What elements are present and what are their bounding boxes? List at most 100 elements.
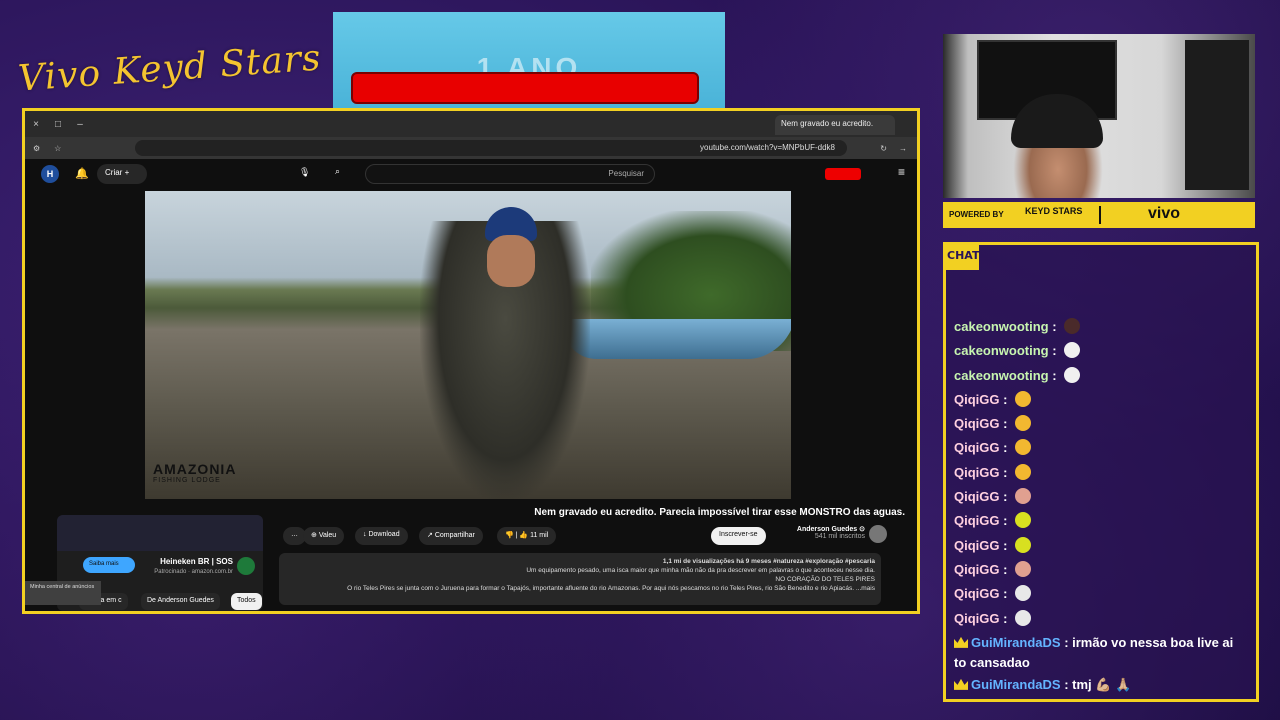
youtube-header: H 🔔 Criar + 🎙 ⌕ Pesquisar ≡	[25, 159, 917, 189]
vivo-logo: vivo	[1148, 205, 1181, 222]
chat-separator: :	[999, 440, 1012, 456]
chat-separator: :	[1048, 319, 1061, 334]
chat-emote-icon	[1064, 342, 1081, 359]
like-dislike-button[interactable]: 👎 | 👍 11 mil	[497, 527, 557, 545]
channel-info[interactable]: Anderson Guedes ⊙ 541 mil inscritos	[777, 525, 887, 543]
chat-message: QiqiGG :	[954, 558, 1248, 582]
chat-messages: cakeonwooting : cakeonwooting : cakeonwo…	[954, 315, 1248, 695]
description-line-3: O rio Teles Pires se junta com o Juruena…	[347, 585, 875, 592]
video-description[interactable]: 1,1 mi de visualizações há 9 meses #natu…	[279, 553, 881, 605]
channel-avatar[interactable]	[869, 525, 887, 543]
close-window-icon[interactable]: ×	[25, 119, 47, 130]
address-bar: ⚙ ☆ youtube.com/watch?v=MNPbUF-ddk8 ↻ →	[25, 137, 917, 159]
chat-username[interactable]: QiqiGG	[954, 562, 1000, 577]
promo-banner: 1 ANO	[333, 12, 725, 108]
chat-username[interactable]: GuiMirandaDS	[971, 677, 1061, 692]
url-text: youtube.com/watch?v=MNPbUF-ddk8	[700, 143, 835, 152]
like-count: 11 mil	[530, 532, 549, 539]
chat-message: QiqiGG :	[954, 509, 1248, 533]
learn-more-button[interactable]: Saiba mais	[83, 557, 135, 573]
chat-separator: :	[1048, 343, 1061, 359]
chat-message: cakeonwooting :	[954, 315, 1248, 339]
chat-username[interactable]: QiqiGG	[954, 538, 1000, 553]
chat-username[interactable]: QiqiGG	[954, 586, 1000, 601]
ad-sponsored: Patrocinado · amazon.com.br	[154, 569, 233, 575]
chat-message: QiqiGG :	[954, 436, 1248, 460]
chip-from-channel[interactable]: De Anderson Guedes	[141, 593, 220, 610]
back-icon[interactable]: →	[899, 144, 907, 153]
extensions-icon[interactable]: ⚙	[33, 144, 40, 153]
share-label: Compartilhar	[434, 532, 475, 539]
chat-emote-icon	[1015, 415, 1032, 432]
subscribe-button[interactable]: Inscrever-se	[711, 527, 766, 545]
download-label: Download	[368, 531, 400, 538]
watermark-title: AMAZONIA	[153, 461, 237, 477]
heineken-logo-icon	[237, 557, 255, 575]
video-boat	[557, 319, 791, 359]
chat-tag: CHAT	[943, 242, 979, 270]
chat-username[interactable]: QiqiGG	[954, 465, 1000, 480]
chat-username[interactable]: QiqiGG	[954, 416, 1000, 431]
chat-emote-icon	[1015, 488, 1032, 505]
reload-icon[interactable]: ↻	[880, 144, 887, 153]
search-icon[interactable]: ⌕	[335, 166, 340, 177]
chat-emote-icon	[1015, 512, 1032, 529]
chat-message: QiqiGG :	[954, 582, 1248, 606]
minimize-window-icon[interactable]: –	[69, 119, 91, 130]
sponsor-bar: POWERED BY KEYD STARS vivo	[943, 202, 1255, 228]
chat-separator: :	[999, 391, 1012, 407]
chat-message: QiqiGG :	[954, 607, 1248, 631]
chat-emote-icon	[1015, 560, 1032, 577]
description-stats: 1,1 mi de visualizações há 9 meses #natu…	[662, 558, 875, 565]
chat-username[interactable]: GuiMirandaDS	[971, 635, 1061, 650]
share-button[interactable]: ↗ Compartilhar	[419, 527, 483, 545]
chat-message: GuiMirandaDS : irmão vo nessa boa live a…	[954, 633, 1248, 673]
chat-separator: :	[999, 561, 1012, 577]
video-player[interactable]: AMAZONIA FISHING LODGE	[145, 191, 791, 499]
url-field[interactable]: youtube.com/watch?v=MNPbUF-ddk8	[135, 140, 847, 156]
chat-username[interactable]: cakeonwooting	[954, 319, 1049, 334]
chat-username[interactable]: cakeonwooting	[954, 368, 1049, 383]
chat-emote-icon	[1015, 609, 1032, 626]
browser-window: × □ – Nem gravado eu acredito. ⚙ ☆ youtu…	[22, 108, 920, 614]
chat-message: cakeonwooting :	[954, 339, 1248, 363]
avatar[interactable]: H	[41, 165, 59, 183]
chat-emote-icon	[1015, 390, 1032, 407]
chat-emote-icon	[1015, 463, 1032, 480]
chat-username[interactable]: QiqiGG	[954, 392, 1000, 407]
video-title: Nem gravado eu acredito. Parecia impossí…	[534, 507, 905, 518]
microphone-icon[interactable]: 🎙	[299, 167, 310, 178]
chat-message: GuiMirandaDS : tmj 💪🏼 🙏🏼	[954, 675, 1248, 695]
chip-all[interactable]: Todos	[231, 593, 262, 610]
tab-bar: × □ – Nem gravado eu acredito.	[25, 111, 917, 137]
promo-red-bar	[351, 72, 699, 104]
notifications-bell-icon[interactable]: 🔔	[75, 167, 89, 180]
chat-username[interactable]: QiqiGG	[954, 513, 1000, 528]
sponsor-divider	[1099, 206, 1101, 224]
ad-title: Heineken BR | SOS	[160, 557, 233, 566]
chat-username[interactable]: QiqiGG	[954, 611, 1000, 626]
chat-username[interactable]: QiqiGG	[954, 489, 1000, 504]
bookmark-star-icon[interactable]: ☆	[54, 144, 61, 153]
webcam-flag	[1185, 40, 1249, 190]
thanks-label: Valeu	[318, 532, 337, 539]
chat-username[interactable]: QiqiGG	[954, 440, 1000, 455]
search-input[interactable]: Pesquisar	[365, 164, 655, 184]
chat-text: : tmj 💪🏼 🙏🏼	[1060, 676, 1132, 692]
chat-separator: :	[999, 586, 1012, 602]
download-button[interactable]: ↓ Download	[355, 527, 408, 545]
maximize-window-icon[interactable]: □	[47, 119, 69, 130]
browser-tab[interactable]: Nem gravado eu acredito.	[775, 115, 895, 135]
chat-username[interactable]: cakeonwooting	[954, 343, 1049, 358]
chat-separator: :	[999, 416, 1012, 432]
menu-icon[interactable]: ≡	[898, 165, 905, 179]
chat-message: QiqiGG :	[954, 388, 1248, 412]
create-button[interactable]: Criar +	[97, 164, 147, 184]
thanks-button[interactable]: ⊕ Valeu	[303, 527, 345, 545]
video-watermark: AMAZONIA FISHING LODGE	[153, 461, 236, 484]
subscribe-label: Inscrever-se	[719, 531, 758, 538]
ad-banner-image	[57, 515, 263, 551]
chat-message: QiqiGG :	[954, 412, 1248, 436]
chat-emote-icon	[1064, 366, 1081, 383]
youtube-logo-icon[interactable]	[825, 168, 861, 180]
